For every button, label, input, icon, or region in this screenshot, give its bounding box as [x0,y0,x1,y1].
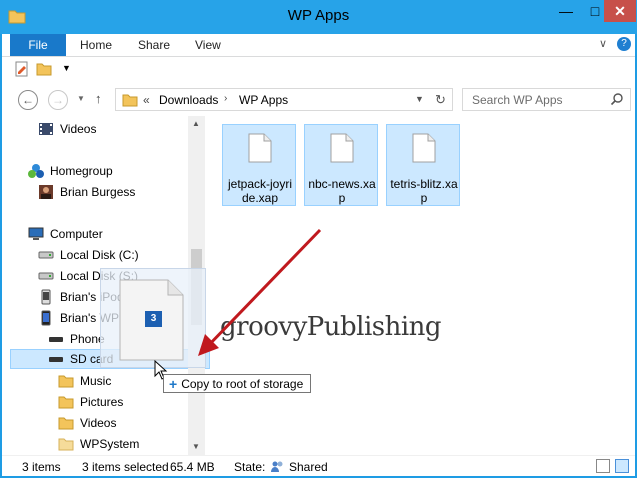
folder-icon [58,417,74,430]
folder-icon [58,375,74,388]
tab-file[interactable]: File [10,34,66,56]
close-button[interactable]: ✕ [604,0,636,22]
drive-icon [49,357,63,362]
quick-access-toolbar: ▼ [2,56,635,82]
drag-ghost: 3 [100,268,206,368]
nav-item-wpsystem[interactable]: WPSystem [58,434,139,454]
nav-item-label: Brian Burgess [60,185,136,199]
minimize-button[interactable]: — [551,0,581,22]
address-bar[interactable]: « Downloads › WP Apps ▼ ↻ [115,88,453,111]
nav-item-homegroup[interactable]: Homegroup [28,161,113,181]
drive-icon [49,337,63,342]
file-icon [248,133,272,163]
nav-item-label: Pictures [80,395,124,409]
search-box[interactable]: Search WP Apps [462,88,631,111]
annotation-arrow-icon [198,228,322,356]
nav-item-user[interactable]: Brian Burgess [38,182,135,202]
state-value: Shared [289,460,328,474]
title-bar[interactable]: WP Apps — □ ✕ [0,0,637,34]
nav-item-label: Homegroup [50,164,113,178]
nav-item-videos[interactable]: Videos [38,119,96,139]
nav-item-pictures[interactable]: Pictures [58,392,123,412]
breadcrumb-overflow[interactable]: « [143,93,150,107]
tooltip-text: Copy to root of storage [181,376,304,391]
search-input[interactable]: Search WP Apps [472,93,563,107]
file-icon [330,133,354,163]
state-label: State: [234,460,266,474]
drive-icon [38,251,54,259]
file-item[interactable]: jetpack-joyride.xap [222,124,296,206]
breadcrumb-separator[interactable]: › [224,93,227,104]
nav-item-label: Videos [80,416,117,430]
large-icons-view-button[interactable] [615,459,629,473]
breadcrumb-wp-apps[interactable]: WP Apps [239,93,288,107]
nav-item-local-disk-c[interactable]: Local Disk (C:) [38,245,139,265]
folder-icon [58,396,74,409]
ipod-icon [41,289,51,305]
nav-item-label: Videos [60,122,97,136]
selected-count: 3 items selected [82,460,169,474]
nav-item-videos-sd[interactable]: Videos [58,413,116,433]
search-icon[interactable] [610,92,624,106]
plus-icon: + [169,375,178,392]
folder-icon [122,94,138,107]
file-icon [412,133,436,163]
drive-icon [38,272,54,280]
help-icon[interactable]: ? [617,37,631,51]
forward-button[interactable]: → [48,90,68,110]
drag-tooltip: + Copy to root of storage [163,374,311,393]
nav-item-computer[interactable]: Computer [28,224,103,244]
scroll-down-icon[interactable]: ▼ [192,442,200,451]
window-title: WP Apps [287,7,350,24]
back-button[interactable]: ← [18,90,38,110]
breadcrumb-downloads[interactable]: Downloads [159,93,218,107]
expand-ribbon-icon[interactable]: ∨ [599,37,607,50]
file-item[interactable]: nbc-news.xap [304,124,378,206]
scroll-up-icon[interactable]: ▲ [192,119,200,128]
navigation-bar: ← → ▼ ↑ « Downloads › WP Apps ▼ ↻ Search… [2,82,635,116]
tab-share[interactable]: Share [138,38,170,52]
up-button[interactable]: ↑ [95,91,102,106]
computer-icon [28,227,44,240]
drag-count-badge: 3 [145,311,162,327]
refresh-icon[interactable]: ↻ [435,92,446,108]
status-bar: 3 items 3 items selected 65.4 MB State: … [2,455,635,476]
tab-view[interactable]: View [195,38,221,52]
selected-size: 65.4 MB [170,460,215,474]
nav-item-label: Computer [50,227,103,241]
address-dropdown-icon[interactable]: ▼ [415,94,424,104]
new-folder-icon[interactable] [36,61,52,77]
nav-item-label: WPSystem [80,437,140,451]
customize-toolbar-icon[interactable]: ▼ [62,63,71,73]
nav-item-music[interactable]: Music [58,371,111,391]
ribbon-tabs: File Home Share View ∨ ? [2,34,635,56]
nav-item-label: Music [80,374,112,388]
item-count: 3 items [22,460,61,474]
properties-icon[interactable] [14,61,30,77]
user-photo-icon [39,185,53,199]
video-icon [39,123,53,135]
homegroup-icon [28,164,44,178]
phone-icon [41,310,51,326]
file-name: nbc-news.xap [308,177,376,205]
details-view-button[interactable] [596,459,610,473]
recent-locations-icon[interactable]: ▼ [77,94,85,103]
content-area: Videos Homegroup Brian Burgess Computer … [2,116,635,455]
nav-item-phone[interactable]: Phone [48,329,105,349]
file-name: tetris-blitz.xap [390,177,458,205]
file-name: jetpack-joyride.xap [227,177,293,205]
folder-icon [58,438,74,451]
tab-home[interactable]: Home [80,38,112,52]
file-item[interactable]: tetris-blitz.xap [386,124,460,206]
explorer-window: WP Apps — □ ✕ File Home Share View ∨ ? ▼… [0,0,637,478]
nav-item-label: Local Disk (C:) [60,248,139,262]
shared-icon [271,461,283,472]
